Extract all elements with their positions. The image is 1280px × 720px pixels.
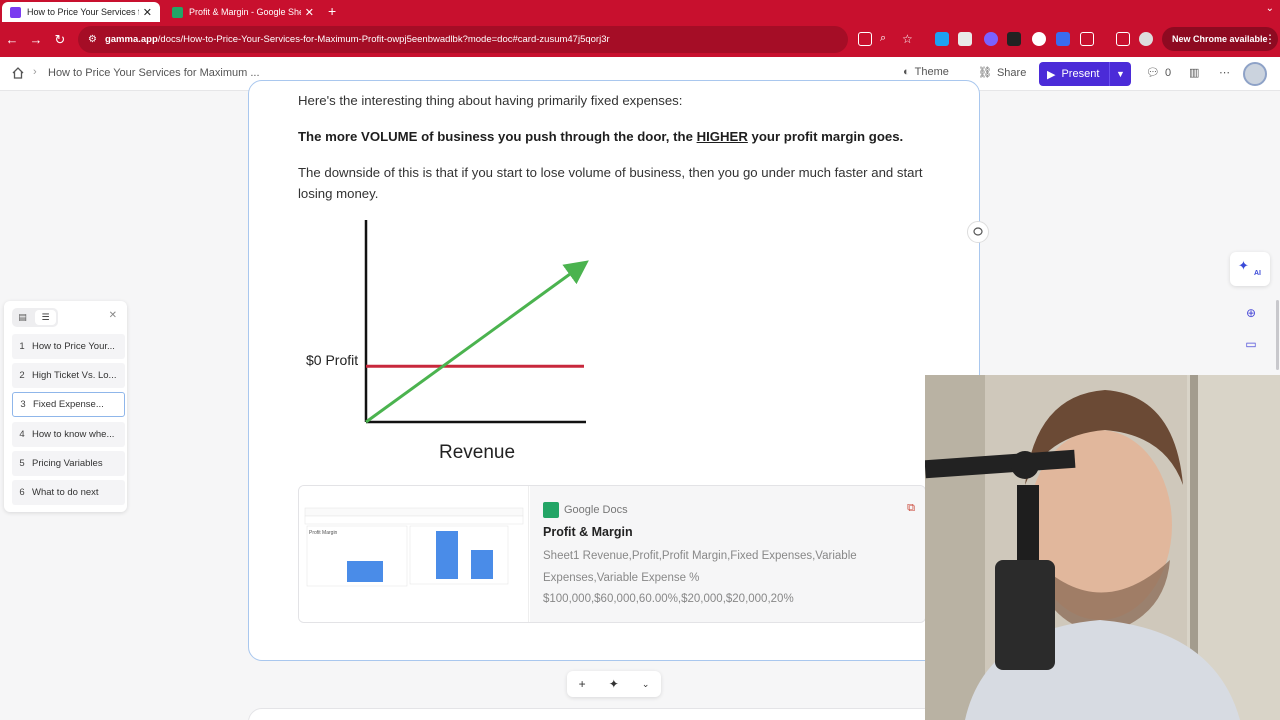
gamma-favicon-icon xyxy=(10,6,21,18)
forward-icon[interactable]: → xyxy=(24,32,48,47)
white-extension-icon[interactable] xyxy=(1032,32,1046,46)
present-button[interactable]: ▶ Present ▼ xyxy=(1039,62,1131,86)
url-text: gamma.app/docs/How-to-Price-Your-Service… xyxy=(104,34,610,45)
new-chrome-available-button[interactable]: New Chrome available xyxy=(1162,27,1278,51)
browser-tab-strip: How to Price Your Services for Maximum P… xyxy=(0,0,1280,22)
paragraph-downside[interactable]: The downside of this is that if you star… xyxy=(298,162,928,204)
paragraph-bold-volume[interactable]: The more VOLUME of business you push thr… xyxy=(298,126,903,147)
loom-extension-icon[interactable] xyxy=(984,32,998,46)
outline-item[interactable]: 1 How to Price Your... xyxy=(12,334,125,359)
new-tab-icon[interactable]: + xyxy=(328,3,336,19)
share-button[interactable]: ⛓ Share xyxy=(978,66,1026,80)
outline-item[interactable]: 5 Pricing Variables xyxy=(12,451,125,476)
dark-extension-icon[interactable] xyxy=(1007,32,1021,46)
google-sheets-icon xyxy=(543,502,559,518)
open-external-icon[interactable]: ⧉ xyxy=(907,502,915,515)
palette-icon: ◐ xyxy=(903,66,910,78)
x-axis-label: Revenue xyxy=(439,442,515,463)
ai-assistant-button[interactable]: ✦ AI xyxy=(1230,252,1270,286)
revenue-profit-chart[interactable]: $0 Profit Revenue xyxy=(298,212,598,468)
google-sheets-embed[interactable]: Profit Margin Google Docs Profit & Margi… xyxy=(298,485,926,623)
sparkle-icon: ✦ xyxy=(1238,258,1249,273)
play-icon: ▶ xyxy=(1047,68,1056,81)
insert-card-bar: + ✦ ⌄ xyxy=(567,671,661,697)
reload-icon[interactable]: ↻ xyxy=(48,32,72,48)
puzzle-extensions-icon[interactable] xyxy=(1080,32,1094,46)
chevron-right-icon: › xyxy=(33,66,37,78)
more-options-icon[interactable]: ⋯ xyxy=(1219,66,1230,79)
scrollbar[interactable] xyxy=(1276,300,1279,370)
list-view-icon[interactable]: ☰ xyxy=(35,310,56,325)
outline-item[interactable]: 6 What to do next xyxy=(12,480,125,505)
comments-button[interactable]: 💬︎ 0 xyxy=(1146,66,1171,80)
grid-extension-icon[interactable] xyxy=(958,32,972,46)
comment-icon: 💬︎ xyxy=(1146,67,1160,79)
embed-title[interactable]: Profit & Margin xyxy=(543,525,633,539)
user-avatar[interactable] xyxy=(1243,62,1267,86)
bookmark-star-icon[interactable]: ☆ xyxy=(902,32,916,46)
tab-search-icon[interactable]: ⌄ xyxy=(1266,3,1274,14)
card-outline-panel: ▤ ☰ ✕ 1 How to Price Your... 2 High Ticket… xyxy=(4,301,127,512)
tab-google-sheets[interactable]: Profit & Margin - Google Sheets ✕ xyxy=(164,2,322,22)
thumbnail-view-icon[interactable]: ▤ xyxy=(12,308,33,327)
tab-gamma-doc[interactable]: How to Price Your Services for Maximum P… xyxy=(2,2,160,22)
theme-button[interactable]: ◐ Theme xyxy=(903,66,949,78)
profile-avatar-icon[interactable] xyxy=(1139,32,1153,46)
ai-label: AI xyxy=(1254,270,1261,277)
breadcrumb-doc-title[interactable]: How to Price Your Services for Maximum .… xyxy=(48,67,260,79)
close-icon[interactable]: ✕ xyxy=(305,6,314,19)
blue-extension-icon[interactable] xyxy=(1056,32,1070,46)
chrome-menu-icon[interactable]: ⋮ xyxy=(1264,32,1278,46)
embed-meta: Google Docs Profit & Margin Sheet1 Reven… xyxy=(530,486,925,622)
side-panel-icon[interactable] xyxy=(1116,32,1130,46)
address-bar[interactable]: ⚙ gamma.app/docs/How-to-Price-Your-Servi… xyxy=(78,26,848,53)
outline-item[interactable]: 2 High Ticket Vs. Lo... xyxy=(12,363,125,388)
zero-profit-annotation: $0 Profit xyxy=(306,352,358,368)
ai-sparkle-icon[interactable]: ✦ xyxy=(609,677,619,691)
link-icon: ⛓ xyxy=(978,67,992,79)
back-icon[interactable]: ← xyxy=(0,32,24,47)
next-card xyxy=(248,708,980,720)
outline-view-toggle: ▤ ☰ xyxy=(12,308,58,327)
add-media-icon[interactable]: ⊕ xyxy=(1238,300,1264,326)
presenter-video-image xyxy=(925,375,1280,720)
close-icon[interactable]: ✕ xyxy=(143,6,152,19)
analytics-icon[interactable]: ▥ xyxy=(1189,66,1199,79)
add-card-icon[interactable]: + xyxy=(579,677,586,691)
close-icon[interactable]: ✕ xyxy=(109,310,117,321)
sheet-preview-image: Profit Margin xyxy=(304,507,524,587)
embed-source: Google Docs xyxy=(543,502,628,518)
twitter-extension-icon[interactable] xyxy=(935,32,949,46)
cast-icon[interactable] xyxy=(858,32,872,46)
embed-description: Sheet1 Revenue,Profit,Profit Margin,Fixe… xyxy=(543,550,857,605)
site-info-icon[interactable]: ⚙ xyxy=(88,34,97,45)
tab-title: How to Price Your Services for Maximum P… xyxy=(27,7,139,17)
profit-line-line xyxy=(365,260,589,424)
outline-item-selected[interactable]: 3 Fixed Expense... xyxy=(12,392,125,417)
home-icon[interactable] xyxy=(11,66,25,80)
sheets-favicon-icon xyxy=(172,6,183,18)
outline-item[interactable]: 4 How to know whe... xyxy=(12,422,125,447)
svg-text:Profit Margin: Profit Margin xyxy=(309,530,338,536)
browser-toolbar: ← → ↻ ⚙ gamma.app/docs/How-to-Price-Your… xyxy=(0,22,1280,57)
layout-icon[interactable]: ▭ xyxy=(1238,331,1264,357)
webcam-video-overlay xyxy=(925,375,1280,720)
present-dropdown-chevron-icon[interactable]: ▼ xyxy=(1109,62,1131,86)
paragraph-intro[interactable]: Here's the interesting thing about havin… xyxy=(298,90,682,111)
tab-title: Profit & Margin - Google Sheets xyxy=(189,7,301,17)
add-comment-icon[interactable] xyxy=(967,221,989,243)
zoom-icon[interactable]: ⌕ xyxy=(880,32,894,46)
chart-svg: $0 Profit Revenue xyxy=(306,220,589,463)
embed-thumbnail: Profit Margin xyxy=(299,486,529,622)
chevron-down-icon[interactable]: ⌄ xyxy=(642,679,650,690)
